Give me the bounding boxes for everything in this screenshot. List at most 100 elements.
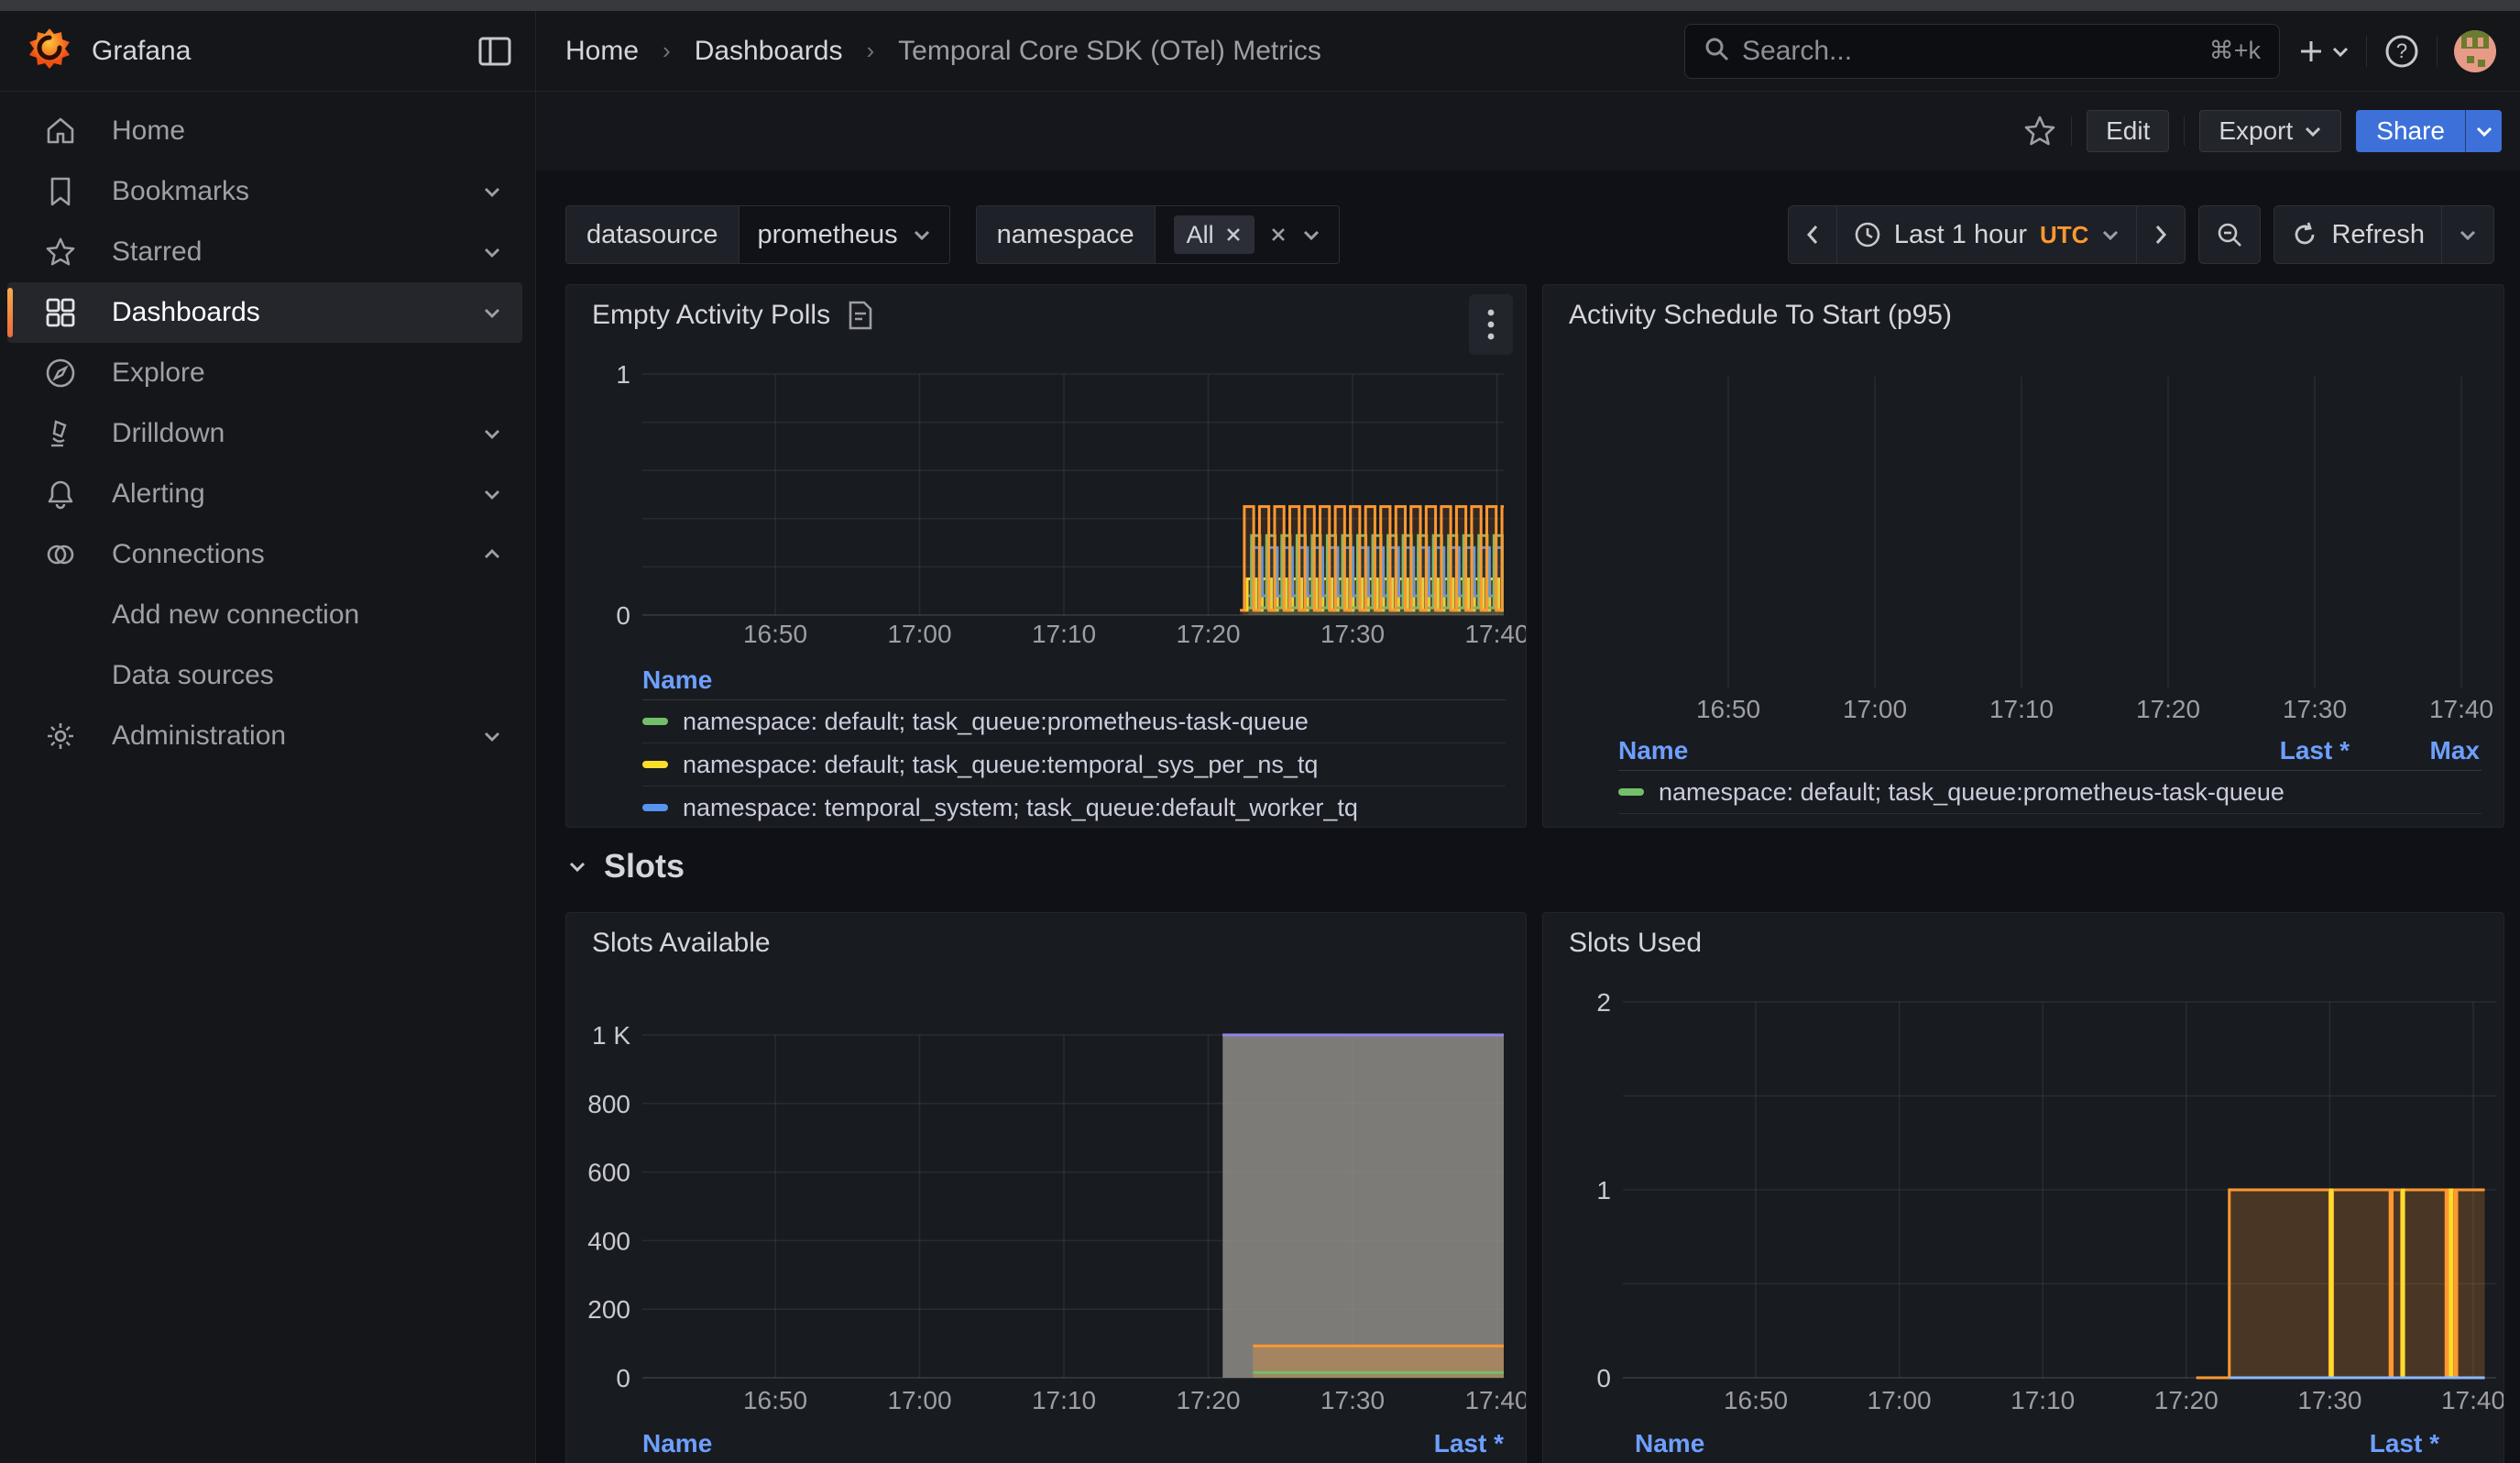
search-placeholder: Search... <box>1742 36 2197 67</box>
chevron-left-icon <box>1805 224 1820 246</box>
svg-text:17:30: 17:30 <box>1320 1386 1385 1414</box>
row-slots-toggle[interactable]: Slots <box>567 847 685 886</box>
svg-text:17:00: 17:00 <box>887 1386 951 1414</box>
legend-series-row[interactable]: namespace: temporal_system; task_queue:d… <box>642 786 1506 828</box>
sidebar-item-add-new-connection[interactable]: Add new connection <box>7 585 522 645</box>
namespace-filter-value[interactable]: All <box>1156 206 1339 263</box>
legend-column-name[interactable]: Name <box>642 1429 712 1458</box>
legend-column[interactable]: Max <box>2430 736 2480 765</box>
zoom-out-time-button[interactable] <box>2198 205 2261 264</box>
remove-icon <box>1225 226 1242 243</box>
chevron-up-icon <box>482 547 502 562</box>
svg-text:17:20: 17:20 <box>1176 620 1240 648</box>
panel-title: Empty Activity Polls <box>592 300 830 331</box>
share-button-group: Share <box>2356 110 2502 152</box>
edit-button[interactable]: Edit <box>2087 110 2169 152</box>
search-input[interactable]: Search... ⌘+k <box>1684 24 2280 79</box>
chevron-down-icon <box>482 184 502 199</box>
sidebar-item-connections[interactable]: Connections <box>7 524 522 585</box>
time-series-chart[interactable]: 16:5017:0017:1017:2017:3017:401 K8006004… <box>566 913 1526 1463</box>
time-series-chart[interactable]: 16:5017:0017:1017:2017:3017:40210 <box>1543 913 2504 1463</box>
time-range-picker[interactable]: Last 1 hour UTC <box>1837 205 2138 264</box>
svg-text:17:20: 17:20 <box>2154 1386 2219 1414</box>
chart-legend: NameLast *namespace: default; task_queue… <box>642 1424 1504 1463</box>
legend-column-name[interactable]: Name <box>1635 1429 1704 1458</box>
svg-text:?: ? <box>2396 39 2407 62</box>
legend-column[interactable]: Last * <box>2370 1429 2439 1458</box>
legend-series-row[interactable]: namespace: default; task_queue:prometheu… <box>1618 771 2482 814</box>
compass-icon <box>44 358 77 389</box>
refresh-interval-chevron[interactable] <box>2442 205 2494 264</box>
time-shift-forward-button[interactable] <box>2137 205 2186 264</box>
svg-text:17:40: 17:40 <box>1464 620 1526 648</box>
sidebar-toggle-icon[interactable] <box>478 37 511 66</box>
time-range-group: Last 1 hour UTC <box>1788 205 2186 264</box>
sidebar-item-label: Connections <box>112 539 265 570</box>
panel-description-icon[interactable] <box>847 301 874 330</box>
svg-text:600: 600 <box>587 1159 630 1187</box>
legend-column-name[interactable]: Name <box>1618 736 1688 765</box>
sidebar-item-drilldown[interactable]: Drilldown <box>7 403 522 464</box>
sidebar-item-label: Bookmarks <box>112 176 249 207</box>
chevron-down-icon <box>482 305 502 320</box>
grafana-logo-icon[interactable] <box>27 27 71 75</box>
clear-icon <box>1269 226 1287 244</box>
breadcrumb-dashboards[interactable]: Dashboards <box>695 36 843 67</box>
panel-slots-available: Slots Available 16:5017:0017:1017:2017:3… <box>565 912 1527 1463</box>
legend-column[interactable]: Last * <box>1434 1429 1504 1458</box>
svg-text:17:20: 17:20 <box>2136 695 2200 723</box>
sidebar-item-dashboards[interactable]: Dashboards <box>7 282 522 343</box>
panel-title: Slots Used <box>1569 928 1702 959</box>
legend-column-name[interactable]: Name <box>642 666 712 695</box>
sidebar-item-explore[interactable]: Explore <box>7 343 522 403</box>
panel-empty-activity-polls: Empty Activity Polls 16:5017:0017:1017:2… <box>565 284 1527 828</box>
user-avatar[interactable] <box>2454 30 2496 72</box>
time-controls: Last 1 hour UTC Refresh <box>1788 205 2494 264</box>
sidebar-item-administration[interactable]: Administration <box>7 706 522 766</box>
panel-title: Slots Available <box>592 928 771 959</box>
home-icon <box>44 116 77 147</box>
sidebar-item-alerting[interactable]: Alerting <box>7 464 522 524</box>
star-dashboard-icon[interactable] <box>2023 115 2056 148</box>
series-label: namespace: default; task_queue:temporal_… <box>683 751 1318 779</box>
svg-text:17:20: 17:20 <box>1176 1386 1240 1414</box>
svg-text:1 K: 1 K <box>592 1021 630 1050</box>
panel-activity-schedule-to-start: Activity Schedule To Start (p95) 16:5017… <box>1542 284 2504 828</box>
sidebar-item-label: Home <box>112 116 185 147</box>
svg-text:17:30: 17:30 <box>2283 695 2347 723</box>
svg-text:800: 800 <box>587 1090 630 1118</box>
namespace-filter: namespace All <box>976 205 1340 264</box>
series-label: namespace: default; task_queue:prometheu… <box>683 708 1309 736</box>
sidebar-item-home[interactable]: Home <box>7 101 522 161</box>
sidebar-item-starred[interactable]: Starred <box>7 222 522 282</box>
namespace-filter-chip[interactable]: All <box>1174 215 1255 254</box>
chart-legend: Name namespace: default; task_queue:prome… <box>642 661 1506 828</box>
share-button[interactable]: Share <box>2356 110 2465 152</box>
sidebar-item-bookmarks[interactable]: Bookmarks <box>7 161 522 222</box>
share-menu-chevron[interactable] <box>2465 110 2502 152</box>
svg-text:0: 0 <box>616 601 630 630</box>
refresh-button[interactable]: Refresh <box>2273 205 2442 264</box>
chart-legend: Name Last * Max namespace: default; task_qu… <box>1618 732 2482 814</box>
sidebar-item-label: Explore <box>112 358 205 389</box>
chevron-right-icon <box>2153 224 2168 246</box>
svg-text:400: 400 <box>587 1226 630 1255</box>
time-shift-back-button[interactable] <box>1788 205 1837 264</box>
chart-legend: NameLast *namespace: default; task_queue… <box>1635 1424 2439 1463</box>
datasource-filter-value[interactable]: prometheus <box>740 206 949 263</box>
help-icon[interactable]: ? <box>2383 33 2420 70</box>
legend-column[interactable]: Last * <box>2280 736 2350 765</box>
svg-text:17:00: 17:00 <box>1868 1386 1932 1414</box>
sidebar-nav: Home Bookmarks StarredDashboards Explore Dri… <box>0 92 536 1463</box>
sidebar-item-data-sources[interactable]: Data sources <box>7 645 522 706</box>
new-button[interactable] <box>2296 37 2350 66</box>
chevron-down-icon <box>2331 45 2350 58</box>
export-button[interactable]: Export <box>2199 110 2341 152</box>
legend-series-row[interactable]: namespace: default; task_queue:temporal_… <box>642 743 1506 786</box>
drilldown-icon <box>44 418 77 449</box>
svg-text:0: 0 <box>1596 1364 1611 1392</box>
legend-series-row[interactable]: namespace: default; task_queue:prometheu… <box>642 700 1506 743</box>
series-color-swatch <box>642 804 668 811</box>
breadcrumb-home[interactable]: Home <box>565 36 639 67</box>
panel-menu-icon[interactable] <box>1469 294 1513 355</box>
